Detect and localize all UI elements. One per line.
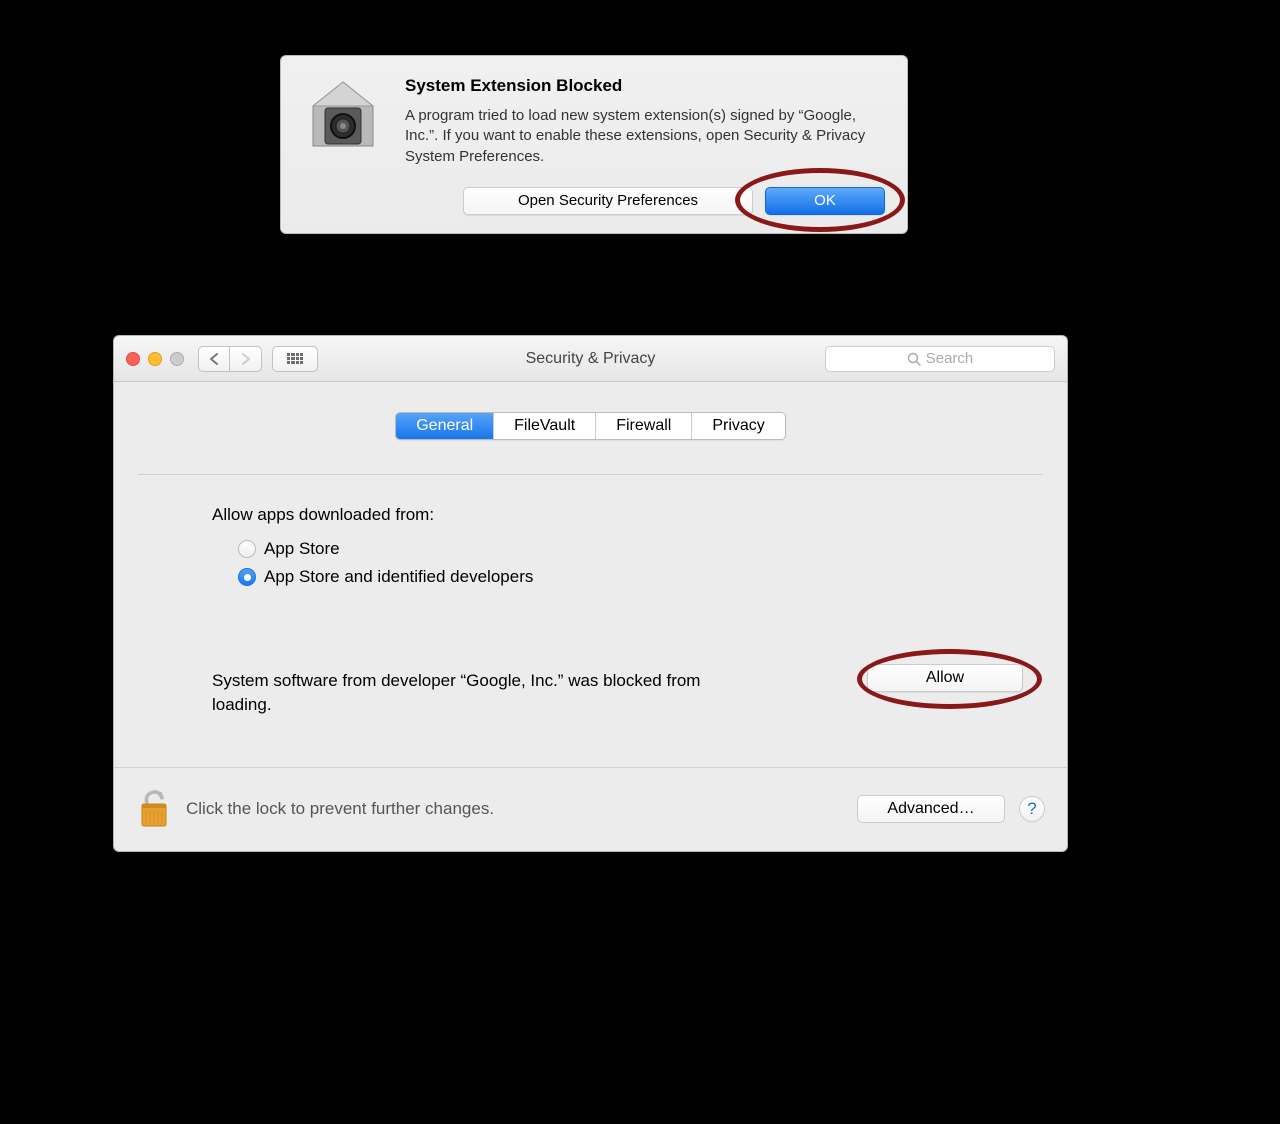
- system-extension-blocked-dialog: System Extension Blocked A program tried…: [280, 55, 908, 234]
- window-titlebar: Security & Privacy Search: [114, 336, 1067, 382]
- radio-icon: [238, 568, 256, 586]
- minimize-window-button[interactable]: [148, 352, 162, 366]
- tab-general[interactable]: General: [396, 413, 494, 439]
- tab-filevault[interactable]: FileVault: [494, 413, 596, 439]
- zoom-window-button[interactable]: [170, 352, 184, 366]
- help-button[interactable]: ?: [1019, 796, 1045, 822]
- allow-apps-label: Allow apps downloaded from:: [212, 505, 1027, 525]
- lock-icon[interactable]: [136, 786, 172, 833]
- search-input[interactable]: Search: [825, 346, 1055, 372]
- radio-identified-label: App Store and identified developers: [264, 567, 533, 587]
- show-all-button[interactable]: [272, 346, 318, 372]
- tab-privacy[interactable]: Privacy: [692, 413, 784, 439]
- security-privacy-window: Security & Privacy Search General FileVa…: [113, 335, 1068, 852]
- radio-app-store-label: App Store: [264, 539, 340, 559]
- search-placeholder: Search: [926, 350, 974, 367]
- radio-icon: [238, 540, 256, 558]
- close-window-button[interactable]: [126, 352, 140, 366]
- security-house-safe-icon: [303, 76, 383, 156]
- open-security-preferences-button[interactable]: Open Security Preferences: [463, 187, 753, 215]
- radio-app-store-identified[interactable]: App Store and identified developers: [238, 567, 1027, 587]
- tab-segment: General FileVault Firewall Privacy: [395, 412, 786, 440]
- forward-button[interactable]: [230, 346, 262, 372]
- blocked-software-text: System software from developer “Google, …: [212, 669, 752, 717]
- back-button[interactable]: [198, 346, 230, 372]
- radio-app-store[interactable]: App Store: [238, 539, 1027, 559]
- dialog-title: System Extension Blocked: [405, 76, 885, 96]
- grid-icon: [287, 353, 303, 365]
- tab-firewall[interactable]: Firewall: [596, 413, 692, 439]
- lock-text: Click the lock to prevent further change…: [186, 799, 843, 819]
- search-icon: [907, 352, 921, 366]
- advanced-button[interactable]: Advanced…: [857, 795, 1005, 823]
- ok-button[interactable]: OK: [765, 187, 885, 215]
- allow-button[interactable]: Allow: [867, 664, 1023, 692]
- dialog-text: A program tried to load new system exten…: [405, 106, 885, 167]
